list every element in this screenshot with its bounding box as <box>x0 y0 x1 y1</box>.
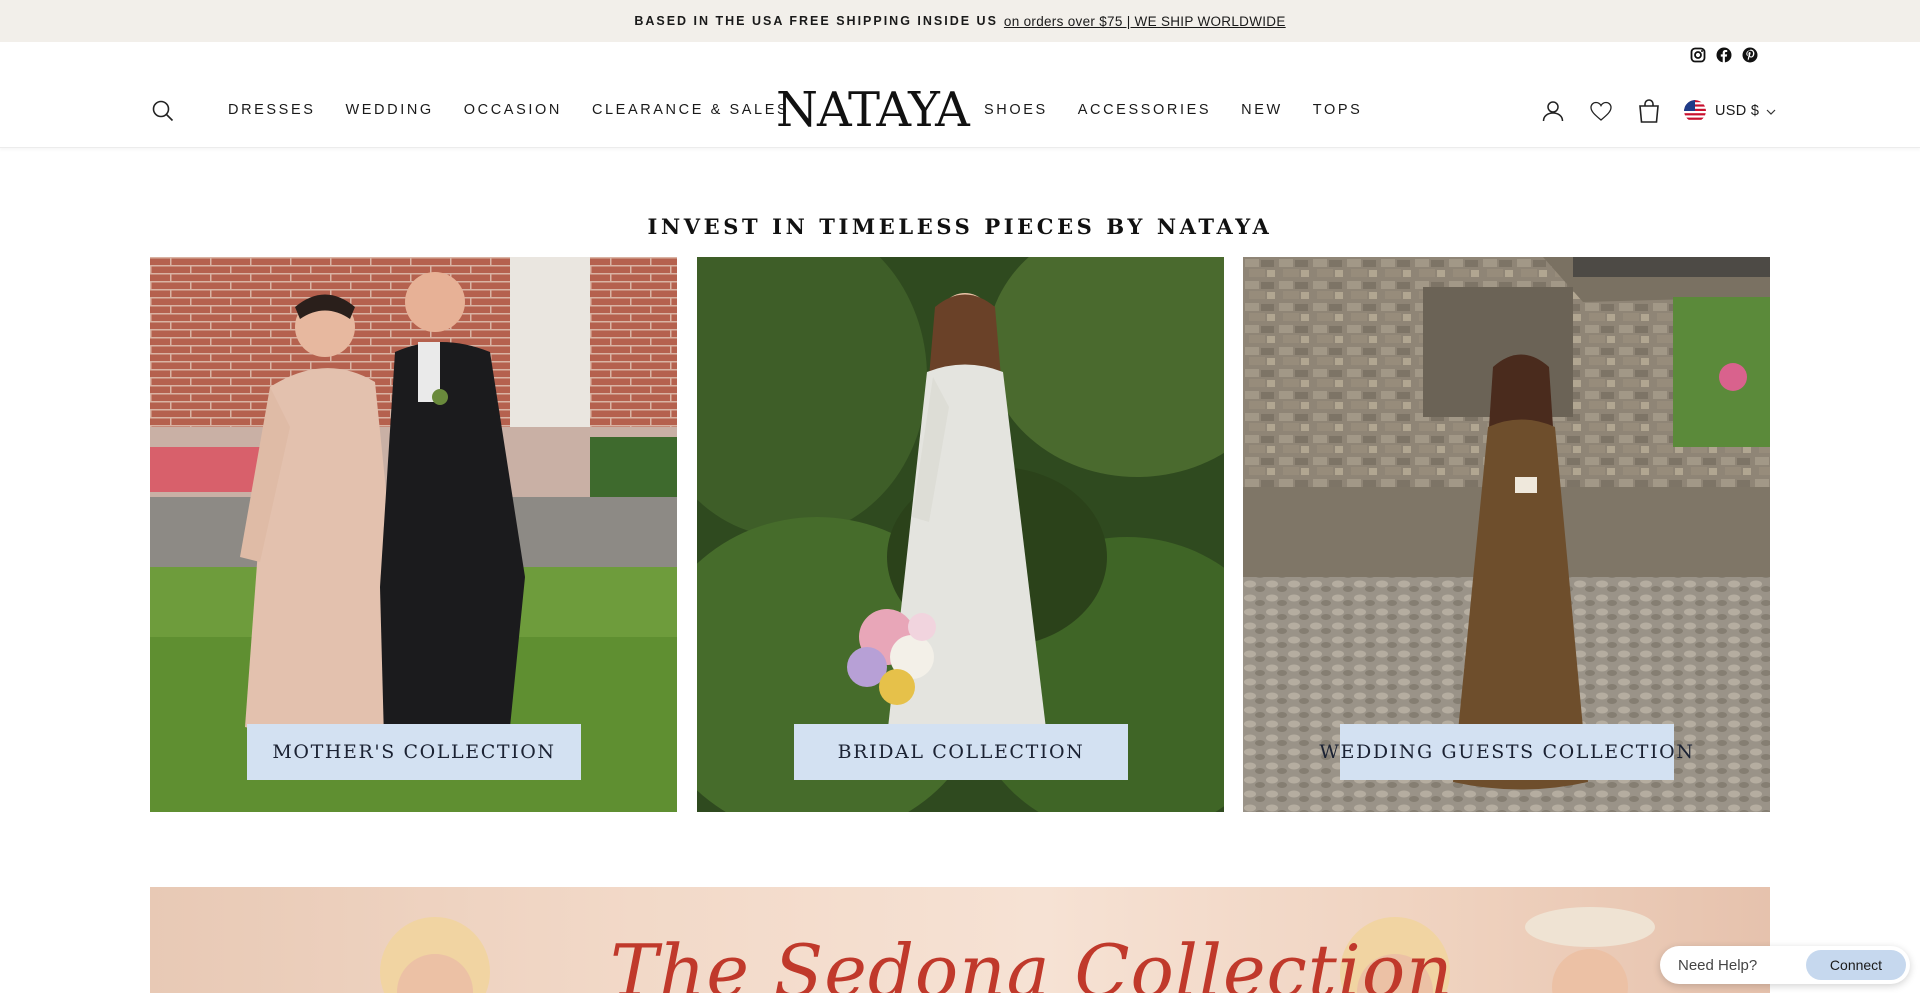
cart-bag-icon[interactable] <box>1636 98 1662 124</box>
us-flag-icon <box>1684 100 1706 122</box>
account-icon[interactable] <box>1540 98 1566 124</box>
connect-button[interactable]: Connect <box>1806 950 1906 980</box>
pinterest-icon[interactable] <box>1742 47 1758 63</box>
help-chat-widget: Need Help? Connect <box>1660 946 1910 984</box>
nav-dresses[interactable]: DRESSES <box>228 102 316 118</box>
chevron-down-icon <box>1765 105 1777 117</box>
sedona-banner-title: The Sedona Collection <box>610 929 1454 993</box>
section-title: INVEST IN TIMELESS PIECES BY NATAYA <box>647 214 1273 239</box>
currency-selector[interactable]: USD $ <box>1684 100 1777 122</box>
help-text: Need Help? <box>1678 956 1758 974</box>
nav-tops[interactable]: TOPS <box>1313 102 1363 118</box>
announcement-link[interactable]: on orders over $75 | WE SHIP WORLDWIDE <box>1004 14 1286 29</box>
nav-clearance-sales[interactable]: CLEARANCE & SALES <box>592 102 789 118</box>
collection-card-wedding-guests[interactable]: WEDDING GUESTS COLLECTION <box>1243 257 1770 812</box>
nav-accessories[interactable]: ACCESSORIES <box>1078 102 1211 118</box>
currency-label: USD $ <box>1715 103 1760 119</box>
sedona-collection-banner[interactable]: The Sedona Collection <box>150 887 1770 993</box>
main-nav-right: SHOES ACCESSORIES NEW TOPS <box>984 72 1392 148</box>
header-actions: USD $ <box>1540 96 1777 126</box>
nav-occasion[interactable]: OCCASION <box>464 102 562 118</box>
main-nav-left: DRESSES WEDDING OCCASION CLEARANCE & SAL… <box>228 72 819 148</box>
nav-wedding[interactable]: WEDDING <box>346 102 434 118</box>
wedding-guests-collection-label: WEDDING GUESTS COLLECTION <box>1319 724 1693 780</box>
bridal-collection-label: BRIDAL COLLECTION <box>794 724 1128 780</box>
search-icon[interactable] <box>150 98 176 124</box>
wishlist-heart-icon[interactable] <box>1588 98 1614 124</box>
nav-shoes[interactable]: SHOES <box>984 102 1048 118</box>
instagram-icon[interactable] <box>1690 47 1706 63</box>
mothers-collection-label: MOTHER'S COLLECTION <box>247 724 581 780</box>
announcement-bar: BASED IN THE USA FREE SHIPPING INSIDE US… <box>0 0 1920 42</box>
site-logo[interactable]: NATAYA <box>776 80 970 140</box>
collection-card-mothers[interactable]: MOTHER'S COLLECTION <box>150 257 677 812</box>
site-header: DRESSES WEDDING OCCASION CLEARANCE & SAL… <box>0 72 1920 148</box>
announcement-text: BASED IN THE USA FREE SHIPPING INSIDE US <box>634 14 998 28</box>
social-links <box>1690 46 1758 64</box>
collection-card-bridal[interactable]: BRIDAL COLLECTION <box>697 257 1224 812</box>
facebook-icon[interactable] <box>1716 47 1732 63</box>
nav-new[interactable]: NEW <box>1241 102 1283 118</box>
